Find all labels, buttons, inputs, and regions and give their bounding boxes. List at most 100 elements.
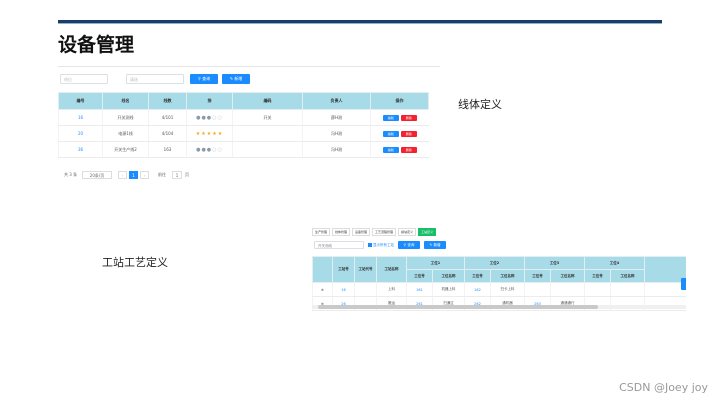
cell-position-name [610,282,645,297]
column-header[interactable]: 排 [186,92,233,110]
star-icon[interactable]: ★★★★★ [196,131,223,137]
delete-button[interactable]: 删除 [400,130,417,137]
star-icon[interactable]: ●●● [196,115,212,121]
rating-cell[interactable]: ●●●○○ [186,141,233,158]
column-header[interactable]: 编码 [232,92,303,110]
column-header[interactable]: 工位名称 [432,269,465,283]
select-input[interactable]: 请选 [126,74,184,84]
cell-name: 开关测线 [102,109,149,126]
delete-button[interactable]: 删除 [400,114,417,121]
column-header[interactable]: 操作 [370,92,429,110]
cell-id[interactable]: 16 [58,109,103,126]
cell-position-no[interactable] [584,282,611,297]
cell-owner: 薛H测 [302,109,371,126]
line-input[interactable]: 线位 [60,74,108,84]
column-header[interactable]: 工位名称 [550,269,585,283]
column-header[interactable]: 工站名称 [376,256,407,283]
cell-position-name: 扫卡上料 [490,282,525,297]
add-button[interactable]: ✎ 新增 [424,241,446,249]
checkbox-icon[interactable] [368,243,372,247]
cell-owner: 冯H测 [302,125,371,142]
add-label: 新增 [433,243,441,247]
expand-icon[interactable]: ⊕ [312,282,333,297]
group-header: 工位1 [406,256,465,270]
scrollbar-thumb[interactable] [318,305,598,309]
cell-position-name: 机器上料 [432,282,465,297]
column-header [644,256,686,283]
search-button[interactable]: ⚲ 查询 [190,74,218,84]
star-icon[interactable]: ●●● [196,147,212,153]
line-table: 编号 线名 线数 排 编码 负责人 操作 16 开关测线 4/101 ●●●○○… [58,92,429,158]
table-row[interactable]: 20 电源1线 4/104 ★★★★★ 冯H测 编辑 删除 [58,125,429,142]
column-header[interactable]: 工位名称 [610,269,645,283]
star-icon[interactable]: ○○ [212,147,223,153]
checkbox-label: 显示所有工站 [373,243,394,247]
page-number-current[interactable]: 1 [129,171,138,179]
column-header[interactable]: 线数 [148,92,187,110]
search-button[interactable]: ⚲ 查询 [398,241,420,249]
column-header[interactable]: 工位名称 [490,269,525,283]
show-all-checkbox[interactable]: 显示所有工站 [368,242,394,249]
group-label: 工位 [549,260,557,265]
column-header[interactable]: 工位号 [584,269,611,283]
column-header [312,256,333,283]
column-header[interactable]: 工位号 [464,269,491,283]
column-header[interactable]: 负责人 [302,92,371,110]
title-bar-underline [58,23,662,24]
edit-button[interactable]: 编辑 [382,130,399,137]
station-table: 工站号 工站代号 工站名称 工位1 工位2 工位3 工位4 工位号 工位名称 工… [312,256,686,311]
goto-page-input[interactable]: 1 [172,171,182,179]
cell-name: 电源1线 [102,125,149,142]
table-row[interactable]: 36 开关生产线2 163 ●●●○○ 冯H测 编辑 删除 [58,141,429,158]
column-header[interactable]: 工站号 [332,256,355,283]
cell-empty [644,282,686,297]
horizontal-scrollbar[interactable] [312,305,686,309]
cell-position-no[interactable]: 161 [406,282,433,297]
cell-id[interactable]: 20 [58,125,103,142]
tab-module[interactable]: 模块定义 [398,228,417,236]
tab-station[interactable]: 工站定义 [418,228,437,236]
column-header[interactable]: 工位号 [524,269,551,283]
station-definition-label: 工站工艺定义 [102,256,168,269]
tab-production[interactable]: 生产管理 [312,228,331,236]
edit-button[interactable]: 编辑 [382,146,399,153]
page-size-select[interactable]: 20条/页 [82,171,112,179]
column-header[interactable]: 工站代号 [354,256,377,283]
tab-equipment[interactable]: 设备管理 [352,228,371,236]
next-page-button[interactable]: › [140,171,149,179]
line-management-panel: 线位 请选 ⚲ 查询 ✎ 新增 编号 线名 线数 排 编码 负责人 操作 16 … [58,66,440,186]
cell-position-no[interactable]: 162 [464,282,491,297]
table-header-row: 编号 线名 线数 排 编码 负责人 操作 [58,92,429,110]
search-label: 查询 [202,76,211,81]
star-icon[interactable]: ○○ [212,115,223,121]
tab-line[interactable]: 线体管理 [332,228,351,236]
group-header: 工位3 [524,256,585,270]
line-select[interactable]: 开关测线 [314,241,364,249]
cell-code [232,141,303,158]
cell-station-code [354,282,377,297]
cell-id[interactable]: 36 [58,141,103,158]
rating-cell[interactable]: ●●●○○ [186,109,233,126]
table-row[interactable]: 16 开关测线 4/101 ●●●○○ 开关 薛H测 编辑 删除 [58,109,429,126]
table-header-row: 工站号 工站代号 工站名称 工位1 工位2 工位3 工位4 [312,256,686,283]
cell-position-no[interactable] [524,282,551,297]
rating-cell[interactable]: ★★★★★ [186,125,233,142]
station-definition-panel: 生产管理 线体管理 设备管理 工艺流程管理 模块定义 工站定义 开关测线 显示所有工站 ⚲… [312,228,686,312]
tab-process-flow[interactable]: 工艺流程管理 [372,228,397,236]
prev-page-button[interactable]: ‹ [118,171,127,179]
cell-station-no[interactable]: 16 [332,282,355,297]
edit-button[interactable]: 编辑 [382,114,399,121]
column-header[interactable]: 线名 [102,92,149,110]
delete-button[interactable]: 删除 [400,146,417,153]
cell-count: 163 [148,141,187,158]
group-header: 工位2 [464,256,525,270]
page-unit-label: 页 [185,172,189,177]
cell-station-name: 上料 [376,282,407,297]
add-button[interactable]: ✎ 新增 [222,74,250,84]
column-header[interactable]: 工位号 [406,269,433,283]
actions-cell: 编辑 删除 [370,141,429,158]
actions-cell: 编辑 删除 [370,109,429,126]
side-action-button[interactable] [681,278,686,290]
column-header[interactable]: 编号 [58,92,103,110]
table-row[interactable]: ⊕ 16 上料 161 机器上料 162 扫卡上料 [312,282,686,297]
